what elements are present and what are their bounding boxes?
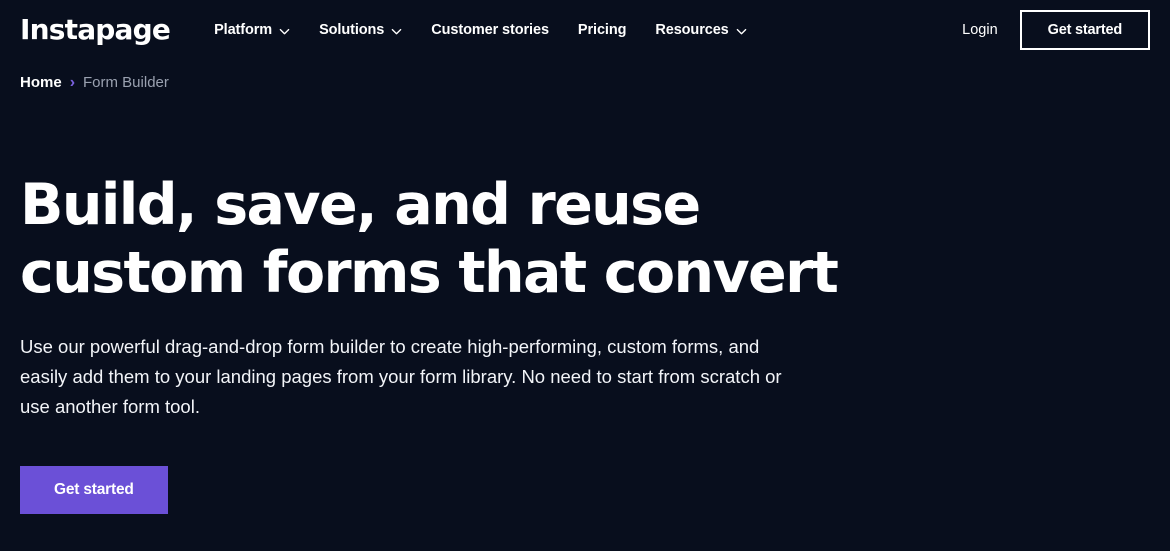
nav-item-resources[interactable]: Resources bbox=[655, 22, 746, 38]
breadcrumb: Home › Form Builder bbox=[0, 60, 1170, 91]
nav-item-solutions[interactable]: Solutions bbox=[319, 22, 402, 38]
nav-item-customer-stories[interactable]: Customer stories bbox=[431, 22, 549, 38]
page-title-line-2: custom forms that convert bbox=[20, 239, 839, 306]
hero-section: Build, save, and reuse custom forms that… bbox=[0, 91, 1170, 514]
instapage-logo[interactable]: Instapage bbox=[20, 16, 171, 44]
nav-item-label: Customer stories bbox=[431, 22, 549, 38]
site-header: Instapage Platform Solutions Customer st… bbox=[0, 0, 1170, 60]
breadcrumb-item-home[interactable]: Home bbox=[20, 74, 62, 91]
main-navigation: Platform Solutions Customer stories Pric… bbox=[214, 22, 962, 38]
nav-item-label: Pricing bbox=[577, 22, 627, 38]
chevron-down-icon bbox=[736, 26, 747, 37]
hero-subtitle: Use our powerful drag-and-drop form buil… bbox=[20, 335, 782, 417]
breadcrumb-item-current: Form Builder bbox=[83, 74, 169, 91]
chevron-down-icon bbox=[279, 26, 290, 37]
page-title: Build, save, and reuse custom forms that… bbox=[20, 91, 880, 308]
nav-item-label: Resources bbox=[655, 22, 729, 38]
nav-item-pricing[interactable]: Pricing bbox=[577, 22, 627, 38]
nav-item-platform[interactable]: Platform bbox=[214, 22, 290, 38]
hero-get-started-button[interactable]: Get started bbox=[20, 465, 168, 514]
page-title-line-1: Build, save, and reuse bbox=[20, 172, 701, 238]
nav-item-label: Platform bbox=[214, 22, 273, 38]
chevron-down-icon bbox=[391, 26, 402, 37]
chevron-right-icon: › bbox=[69, 73, 76, 91]
nav-item-label: Solutions bbox=[319, 22, 385, 38]
header-get-started-button[interactable]: Get started bbox=[1019, 10, 1150, 50]
header-actions: Login Get started bbox=[962, 10, 1150, 50]
login-link[interactable]: Login bbox=[962, 22, 997, 38]
